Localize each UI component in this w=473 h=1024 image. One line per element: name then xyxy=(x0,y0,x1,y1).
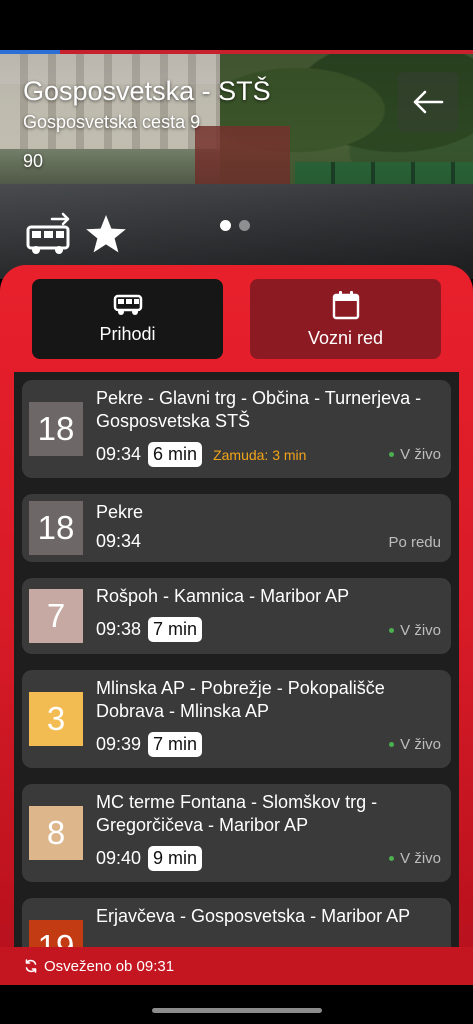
stop-address: Gosposvetska cesta 9 xyxy=(23,112,201,132)
status-text: Po redu xyxy=(388,534,441,551)
live-status: V živo xyxy=(389,736,441,753)
minutes-chip: 9 min xyxy=(148,846,203,871)
status-text: V živo xyxy=(400,736,441,753)
refresh-bar[interactable]: Osveženo ob 09:31 xyxy=(0,947,473,985)
bus-icon xyxy=(26,212,70,254)
refresh-label: Osveženo ob 09:31 xyxy=(44,957,175,975)
line-badge: 19 xyxy=(29,920,83,947)
arrival-time: 09:34 xyxy=(96,444,142,464)
live-dot-icon xyxy=(389,742,395,747)
line-badge: 18 xyxy=(29,501,83,555)
live-dot-icon xyxy=(389,452,395,457)
route-text: Erjavčeva - Gosposvetska - Maribor AP xyxy=(96,906,411,926)
route-text: Rošpoh - Kamnica - Maribor AP xyxy=(96,586,350,606)
calendar-icon xyxy=(332,290,359,319)
refresh-icon xyxy=(25,959,37,973)
stop-code: 90 xyxy=(23,151,44,171)
arrival-time: 09:40 xyxy=(96,848,142,868)
tab-timetable[interactable]: Vozni red xyxy=(250,279,441,359)
route-text: Mlinska AP - Pobrežje - Pokopališče Dobr… xyxy=(96,678,385,721)
delay-text: Zamuda: 3 min xyxy=(213,446,307,463)
arrival-card[interactable]: 19 Erjavčeva - Gosposvetska - Maribor AP xyxy=(22,898,451,947)
arrival-time: 09:38 xyxy=(96,619,142,639)
arrivals-list[interactable]: 18 Pekre - Glavni trg - Občina - Turnerj… xyxy=(14,372,459,947)
route-text: Pekre xyxy=(96,502,144,522)
tab-arrivals-label: Prihodi xyxy=(99,323,156,344)
arrival-time: 09:39 xyxy=(96,734,142,754)
route-text: Pekre - Glavni trg - Občina - Turnerjeva… xyxy=(96,388,422,431)
back-button[interactable] xyxy=(398,72,458,132)
line-badge: 7 xyxy=(29,589,83,643)
bus-front-icon xyxy=(113,294,142,315)
status-text: V živo xyxy=(400,850,441,867)
carousel-dot-1[interactable] xyxy=(220,220,231,231)
schedule-status: Po redu xyxy=(388,534,441,551)
arrival-card[interactable]: 3 Mlinska AP - Pobrežje - Pokopališče Do… xyxy=(22,670,451,768)
arrival-card[interactable]: 18 Pekre 09:34 Po redu xyxy=(22,494,451,562)
route-text: MC terme Fontana - Slomškov trg - Gregor… xyxy=(96,792,378,835)
carousel-dot-2[interactable] xyxy=(239,220,250,231)
arrival-card[interactable]: 8 MC terme Fontana - Slomškov trg - Greg… xyxy=(22,784,451,882)
arrival-card[interactable]: 7 Rošpoh - Kamnica - Maribor AP 09:38 7 … xyxy=(22,578,451,654)
status-bar xyxy=(0,0,473,50)
line-badge: 18 xyxy=(29,402,83,456)
line-badge: 8 xyxy=(29,806,83,860)
arrival-card[interactable]: 18 Pekre - Glavni trg - Občina - Turnerj… xyxy=(22,380,451,478)
status-text: V živo xyxy=(400,446,441,463)
minutes-chip: 6 min xyxy=(148,442,203,467)
live-dot-icon xyxy=(389,628,395,633)
minutes-chip: 7 min xyxy=(148,732,203,757)
carousel-dots xyxy=(220,220,250,231)
minutes-chip: 7 min xyxy=(148,617,203,642)
live-status: V živo xyxy=(389,850,441,867)
live-status: V živo xyxy=(389,446,441,463)
tab-arrivals[interactable]: Prihodi xyxy=(32,279,223,359)
home-indicator[interactable] xyxy=(152,1008,322,1013)
favorite-button[interactable] xyxy=(84,212,128,256)
live-dot-icon xyxy=(389,856,395,861)
star-icon xyxy=(86,215,126,253)
live-status: V živo xyxy=(389,622,441,639)
stop-title: Gosposvetska - STŠ xyxy=(23,76,271,106)
arrival-time: 09:34 xyxy=(96,531,142,551)
tab-timetable-label: Vozni red xyxy=(307,327,384,348)
bus-stop-lines-button[interactable] xyxy=(26,212,72,256)
arrow-left-icon xyxy=(413,90,444,114)
bottom-safe-area xyxy=(0,985,473,1024)
status-text: V živo xyxy=(400,622,441,639)
line-badge: 3 xyxy=(29,692,83,746)
